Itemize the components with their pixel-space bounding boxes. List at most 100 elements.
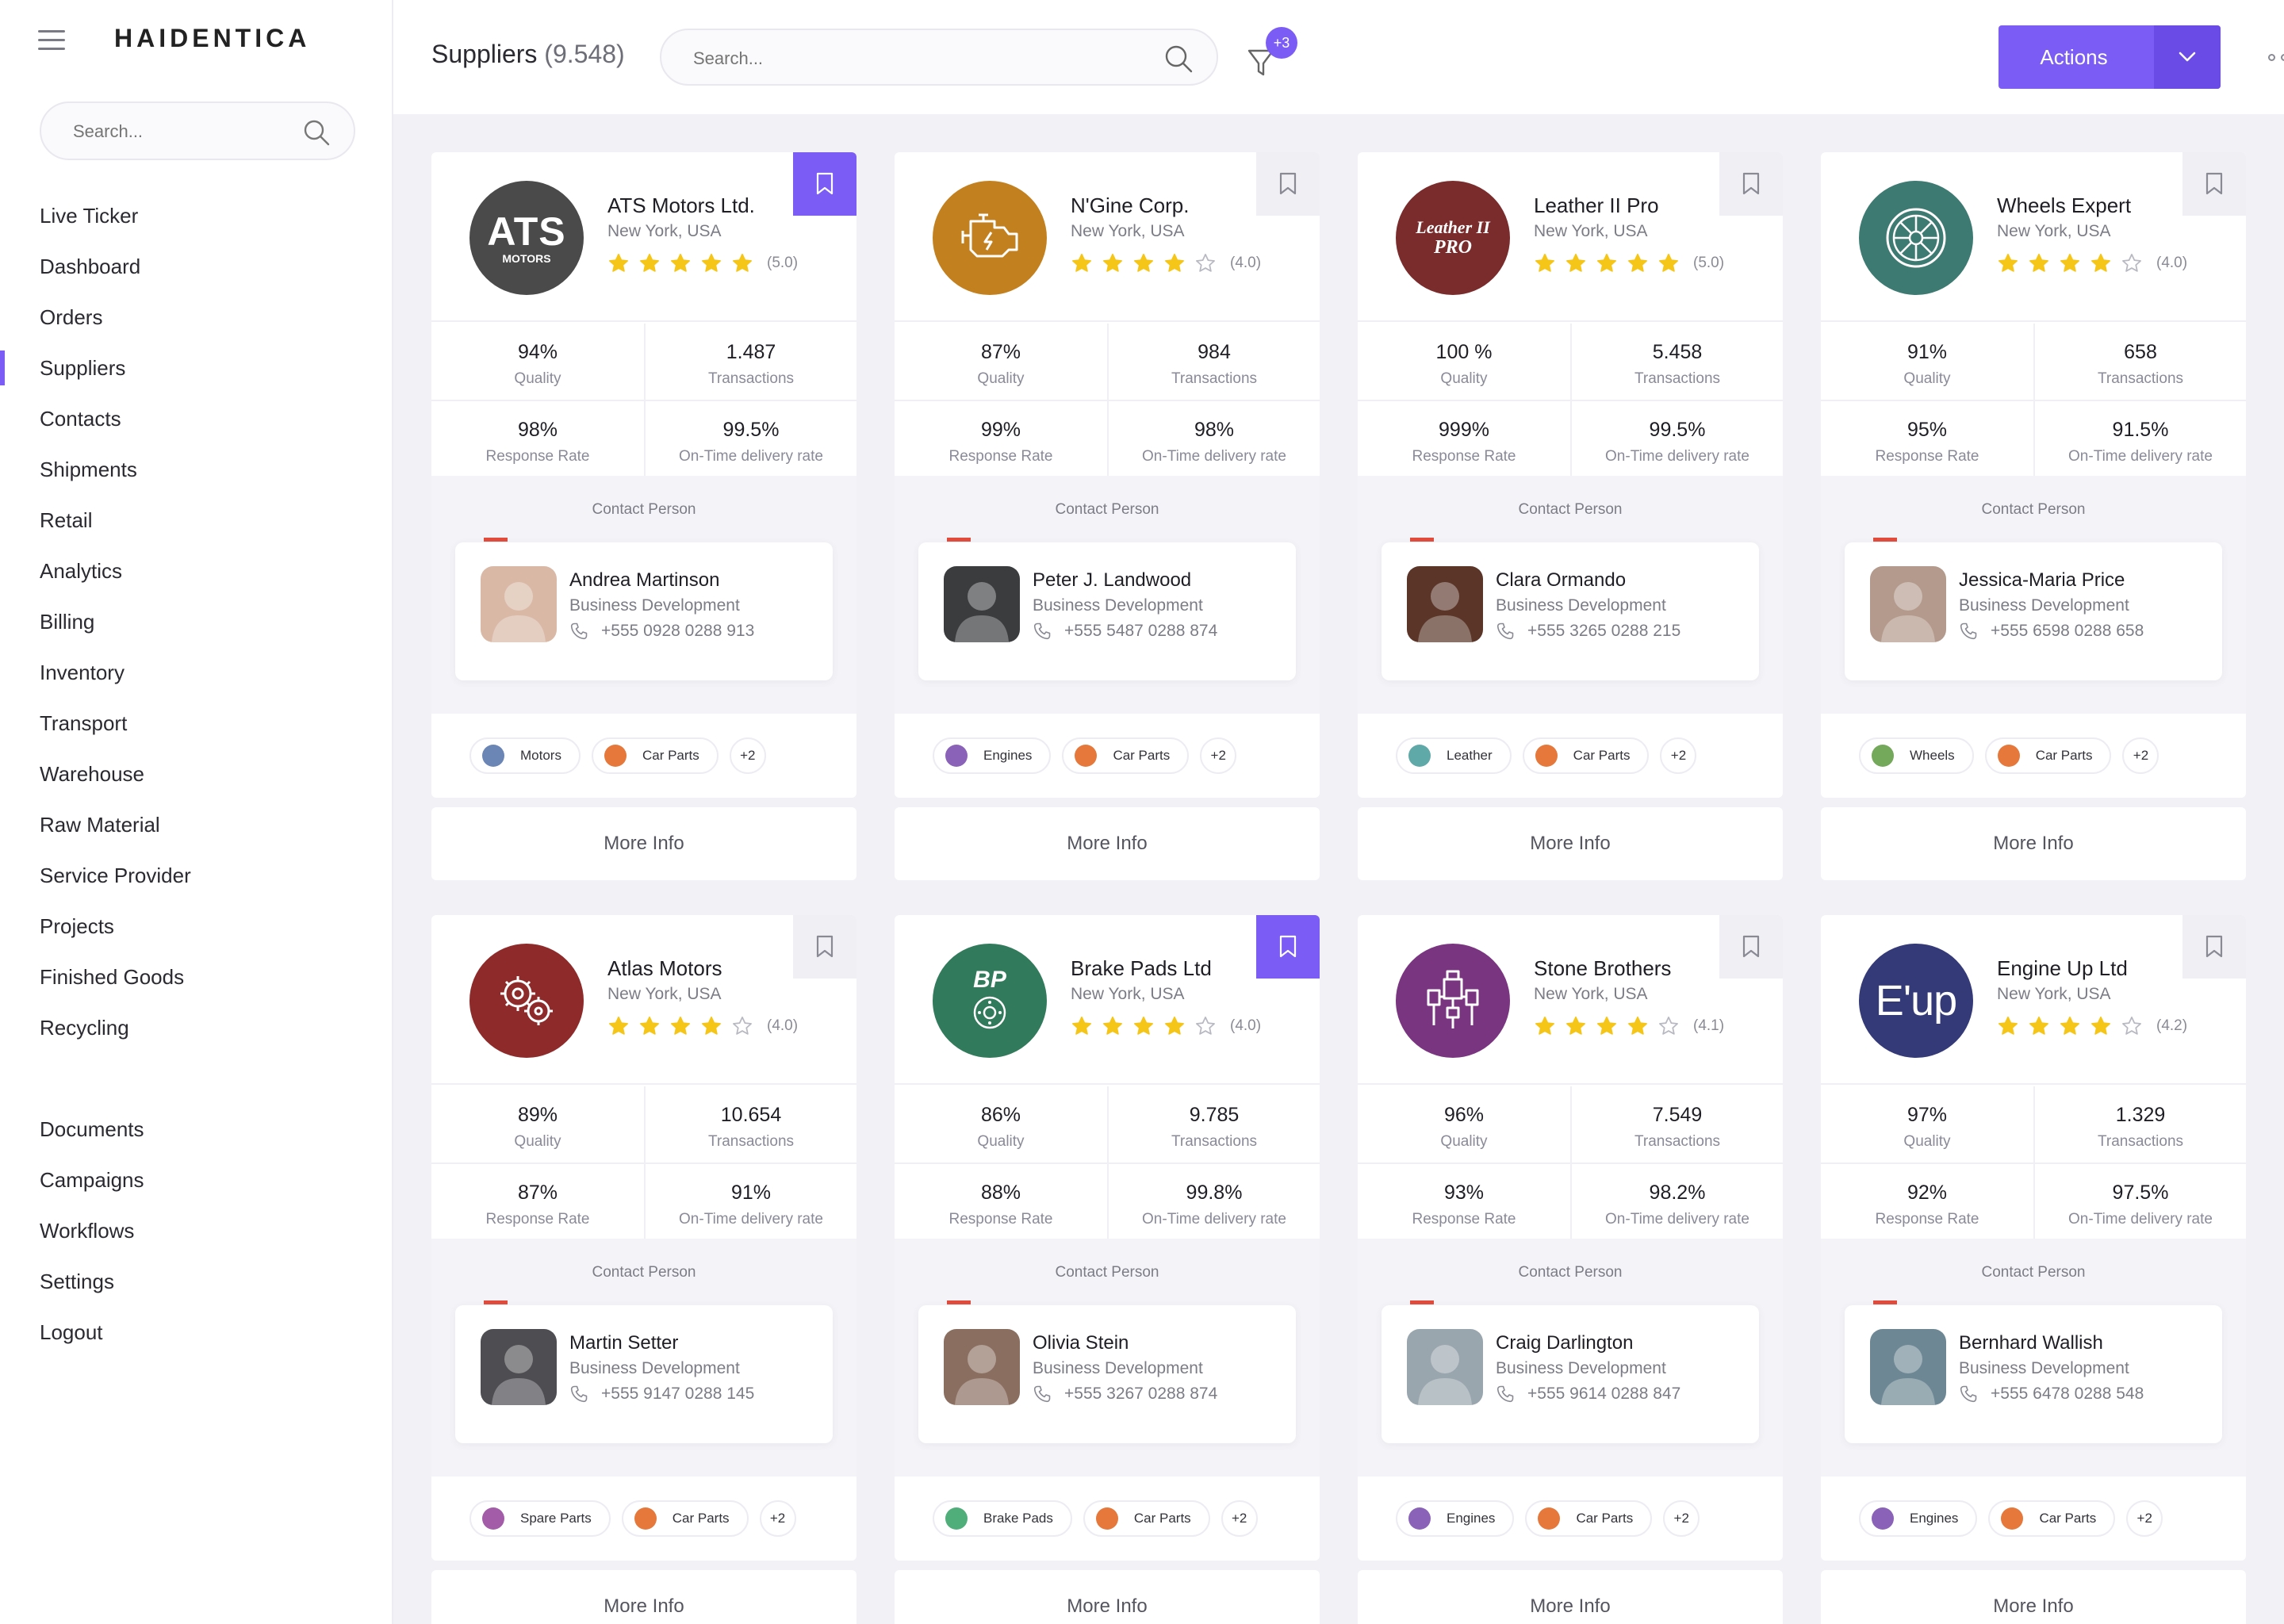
- more-tags-button[interactable]: +2: [2126, 1500, 2163, 1537]
- contact-person-card[interactable]: Bernhard Wallish Business Development +5…: [1845, 1300, 2222, 1443]
- more-info-button[interactable]: More Info: [895, 807, 1320, 880]
- more-tags-button[interactable]: +2: [729, 737, 766, 774]
- more-info-button[interactable]: More Info: [1821, 807, 2246, 880]
- chevron-down-icon[interactable]: [2154, 25, 2221, 89]
- contact-person-card[interactable]: Jessica-Maria Price Business Development…: [1845, 538, 2222, 680]
- sidebar-item-dashboard[interactable]: Dashboard: [0, 241, 392, 292]
- sidebar-item-campaigns[interactable]: Campaigns: [0, 1155, 392, 1205]
- more-info-button[interactable]: More Info: [431, 807, 856, 880]
- category-tag[interactable]: Car Parts: [1984, 737, 2112, 774]
- sidebar-item-service-provider[interactable]: Service Provider: [0, 850, 392, 901]
- company-name[interactable]: N'Gine Corp.: [1071, 193, 1189, 218]
- sidebar-search[interactable]: [40, 102, 355, 160]
- contact-phone[interactable]: +555 6478 0288 548: [1959, 1385, 2144, 1404]
- contact-phone[interactable]: +555 9147 0288 145: [569, 1385, 754, 1404]
- header-search-input[interactable]: [693, 44, 1137, 73]
- sidebar-item-settings[interactable]: Settings: [0, 1256, 392, 1307]
- contact-phone[interactable]: +555 6598 0288 658: [1959, 622, 2144, 641]
- category-tag[interactable]: Car Parts: [1522, 737, 1650, 774]
- bookmark-icon[interactable]: [1256, 152, 1320, 216]
- company-name[interactable]: Stone Brothers: [1534, 956, 1671, 981]
- category-tag[interactable]: Spare Parts: [469, 1500, 611, 1537]
- sidebar-item-projects[interactable]: Projects: [0, 901, 392, 952]
- company-name[interactable]: Brake Pads Ltd: [1071, 956, 1212, 981]
- contact-person-card[interactable]: Martin Setter Business Development +555 …: [455, 1300, 833, 1443]
- contact-phone[interactable]: +555 9614 0288 847: [1496, 1385, 1680, 1404]
- category-tag[interactable]: Car Parts: [1062, 737, 1190, 774]
- more-tags-button[interactable]: +2: [1221, 1500, 1258, 1537]
- sidebar-item-billing[interactable]: Billing: [0, 596, 392, 647]
- actions-button[interactable]: Actions: [1998, 25, 2221, 89]
- sidebar-item-logout[interactable]: Logout: [0, 1307, 392, 1358]
- bookmark-icon[interactable]: [2182, 915, 2246, 979]
- contact-person-card[interactable]: Andrea Martinson Business Development +5…: [455, 538, 833, 680]
- category-tag[interactable]: Car Parts: [1525, 1500, 1653, 1537]
- contact-person-card[interactable]: Clara Ormando Business Development +555 …: [1382, 538, 1759, 680]
- more-tags-button[interactable]: +2: [1663, 1500, 1700, 1537]
- bookmark-icon[interactable]: [1256, 915, 1320, 979]
- category-tag[interactable]: Engines: [1859, 1500, 1978, 1537]
- category-tag[interactable]: Motors: [469, 737, 581, 774]
- more-tags-button[interactable]: +2: [1660, 737, 1697, 774]
- supplier-card-header: ATS MOTORS ATS Motors Ltd. New York, USA …: [431, 152, 856, 322]
- contact-person-card[interactable]: Craig Darlington Business Development +5…: [1382, 1300, 1759, 1443]
- more-info-button[interactable]: More Info: [1821, 1570, 2246, 1624]
- contact-phone[interactable]: +555 5487 0288 874: [1033, 622, 1217, 641]
- contact-person-card[interactable]: Olivia Stein Business Development +555 3…: [918, 1300, 1296, 1443]
- sidebar-item-finished-goods[interactable]: Finished Goods: [0, 952, 392, 1002]
- sidebar-item-workflows[interactable]: Workflows: [0, 1205, 392, 1256]
- sidebar-item-documents[interactable]: Documents: [0, 1104, 392, 1155]
- sidebar-item-shipments[interactable]: Shipments: [0, 444, 392, 495]
- filter-count-badge: +3: [1266, 27, 1297, 59]
- header-search[interactable]: [660, 29, 1218, 86]
- more-info-button[interactable]: More Info: [895, 1570, 1320, 1624]
- company-name[interactable]: ATS Motors Ltd.: [607, 193, 755, 218]
- category-tag[interactable]: Wheels: [1859, 737, 1974, 774]
- category-tag[interactable]: Engines: [933, 737, 1052, 774]
- sidebar-item-retail[interactable]: Retail: [0, 495, 392, 546]
- category-tag[interactable]: Car Parts: [1988, 1500, 2116, 1537]
- bookmark-icon[interactable]: [1719, 152, 1783, 216]
- company-name[interactable]: Leather II Pro: [1534, 193, 1659, 218]
- category-tag[interactable]: Car Parts: [621, 1500, 749, 1537]
- filter-button[interactable]: +3: [1247, 27, 1297, 82]
- contact-phone[interactable]: +555 3265 0288 215: [1496, 622, 1680, 641]
- sidebar-item-orders[interactable]: Orders: [0, 292, 392, 343]
- more-info-button[interactable]: More Info: [431, 1570, 856, 1624]
- bookmark-icon[interactable]: [2182, 152, 2246, 216]
- sidebar-item-transport[interactable]: Transport: [0, 698, 392, 749]
- more-tags-button[interactable]: +2: [1200, 737, 1237, 774]
- company-name[interactable]: Wheels Expert: [1997, 193, 2131, 218]
- more-options-icon[interactable]: [2268, 51, 2284, 63]
- sidebar-item-analytics[interactable]: Analytics: [0, 546, 392, 596]
- bookmark-icon[interactable]: [1719, 915, 1783, 979]
- sidebar-item-suppliers[interactable]: Suppliers: [0, 343, 392, 393]
- bookmark-icon[interactable]: [793, 152, 856, 216]
- more-info-button[interactable]: More Info: [1358, 807, 1783, 880]
- more-info-button[interactable]: More Info: [1358, 1570, 1783, 1624]
- search-icon[interactable]: [303, 119, 330, 150]
- sidebar-item-warehouse[interactable]: Warehouse: [0, 749, 392, 799]
- company-name[interactable]: Atlas Motors: [607, 956, 722, 981]
- category-tag[interactable]: Leather: [1396, 737, 1512, 774]
- category-tag[interactable]: Car Parts: [591, 737, 719, 774]
- category-tag[interactable]: Engines: [1396, 1500, 1515, 1537]
- contact-section: Contact Person Martin Setter Business De…: [431, 1239, 856, 1477]
- category-tag[interactable]: Brake Pads: [933, 1500, 1072, 1537]
- more-tags-button[interactable]: +2: [2122, 737, 2159, 774]
- sidebar-item-live-ticker[interactable]: Live Ticker: [0, 190, 392, 241]
- sidebar-item-contacts[interactable]: Contacts: [0, 393, 392, 444]
- contact-phone[interactable]: +555 3267 0288 874: [1033, 1385, 1217, 1404]
- bookmark-icon[interactable]: [793, 915, 856, 979]
- search-icon[interactable]: [1164, 44, 1193, 77]
- category-tag[interactable]: Car Parts: [1083, 1500, 1210, 1537]
- contact-phone[interactable]: +555 0928 0288 913: [569, 622, 754, 641]
- sidebar-item-raw-material[interactable]: Raw Material: [0, 799, 392, 850]
- menu-icon[interactable]: [38, 30, 65, 51]
- contact-person-card[interactable]: Peter J. Landwood Business Development +…: [918, 538, 1296, 680]
- sidebar-item-recycling[interactable]: Recycling: [0, 1002, 392, 1053]
- company-name[interactable]: Engine Up Ltd: [1997, 956, 2128, 981]
- sidebar-item-inventory[interactable]: Inventory: [0, 647, 392, 698]
- more-tags-button[interactable]: +2: [759, 1500, 796, 1537]
- sidebar-search-input[interactable]: [73, 117, 311, 146]
